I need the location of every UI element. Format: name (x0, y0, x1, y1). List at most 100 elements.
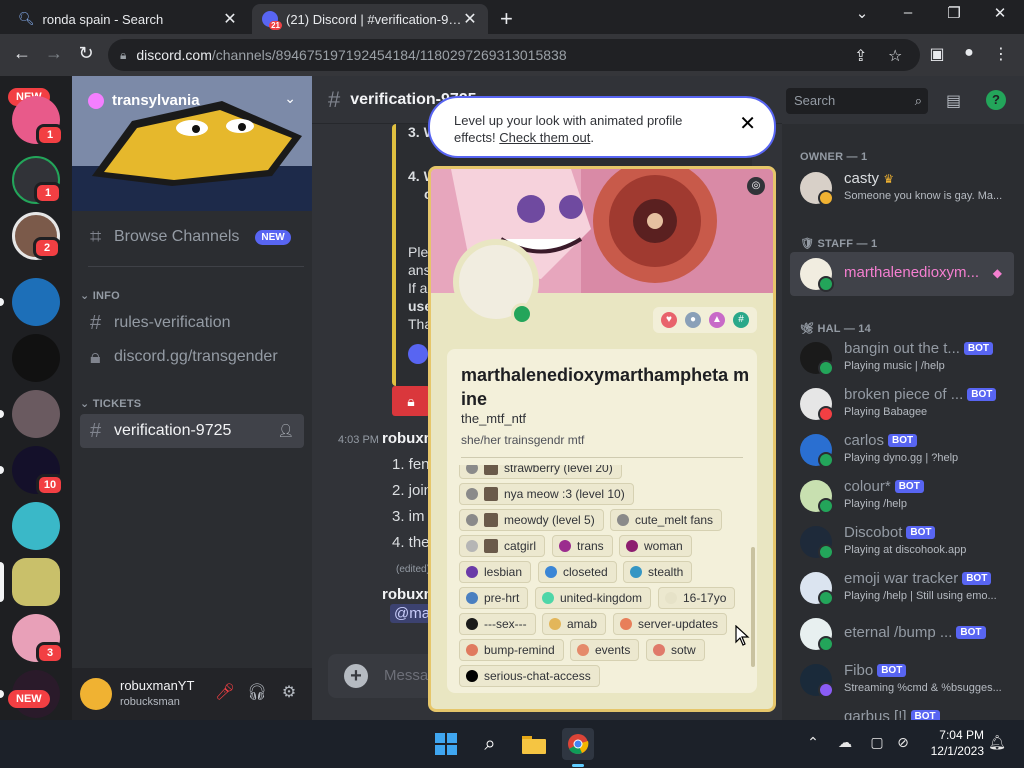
member-name: Fibo BOT (844, 662, 907, 679)
chevron-up-icon[interactable]: ⌃ (802, 734, 824, 751)
notification-bell-icon[interactable]: 🔔︎ (986, 734, 1008, 751)
server-icon[interactable] (12, 334, 60, 382)
chevron-down-icon[interactable]: ⌄ (284, 90, 296, 107)
cloud-icon[interactable]: ☁ (834, 734, 856, 751)
chevron-down-icon[interactable]: ⌄ (842, 4, 882, 22)
server-name[interactable]: transylvania (88, 92, 200, 109)
help-icon[interactable]: ? (986, 90, 1006, 110)
forward-button[interactable]: → (42, 43, 66, 64)
role-pill[interactable]: trans (552, 535, 613, 557)
close-window-button[interactable]: ✕ (980, 4, 1020, 22)
server-icon[interactable] (12, 390, 60, 438)
restore-button[interactable]: ❐ (934, 4, 974, 22)
server-icon[interactable] (12, 502, 60, 550)
reload-button[interactable]: ↻ (74, 43, 98, 64)
role-pill[interactable]: 16-17yo (658, 587, 736, 609)
role-pill[interactable]: nya meow :3 (level 10) (459, 483, 634, 505)
inbox-icon[interactable]: ▤ (946, 91, 961, 111)
system-clock[interactable]: 7:04 PM 12/1/2023 (920, 727, 984, 759)
attach-plus-icon[interactable]: + (344, 664, 368, 688)
member-marthalene[interactable]: marthalenedioxym... ◆ (790, 252, 1014, 296)
headphones-icon[interactable]: 🎧︎ (246, 682, 268, 702)
add-member-icon[interactable]: 👤︎ (277, 423, 294, 439)
member-bot[interactable]: garbus [!] BOT (790, 704, 1014, 720)
heart-badge-icon[interactable]: ♥ (661, 312, 677, 328)
member-bot[interactable]: bangin out the t... BOT Playing music | /… (790, 336, 1014, 380)
member-bot[interactable]: broken piece of ... BOT Playing Babagee (790, 382, 1014, 426)
server-icon[interactable] (12, 278, 60, 326)
close-ticket-button[interactable]: 🔒︎ (392, 386, 430, 416)
member-bot[interactable]: Discobot BOT Playing at discohook.app (790, 520, 1014, 564)
url-input[interactable]: 🔒︎ discord.com/channels/8946751971924541… (108, 39, 920, 71)
hash-badge-icon[interactable]: # (733, 312, 749, 328)
back-button[interactable]: ← (10, 43, 34, 64)
member-bot[interactable]: eternal /bump ... BOT (790, 612, 1014, 656)
nitro-badge-icon[interactable]: ● (685, 312, 701, 328)
server-icon[interactable]: 1 (12, 96, 64, 146)
profile-icon[interactable]: ● (958, 44, 980, 62)
role-pill[interactable]: amab (542, 613, 607, 635)
role-pill[interactable]: sotw (646, 639, 705, 661)
check-them-out-link[interactable]: Check them out (499, 130, 590, 145)
windows-start-icon[interactable] (430, 728, 462, 760)
role-pill[interactable]: catgirl (459, 535, 546, 557)
channel-verification[interactable]: # verification-9725 👤︎ (80, 414, 304, 448)
new-tab-button[interactable]: + (500, 6, 513, 32)
role-pill[interactable]: closeted (538, 561, 617, 583)
display-icon[interactable]: ▢ (866, 734, 888, 751)
mic-muted-icon[interactable]: 🎤︎ (214, 682, 236, 702)
role-pill[interactable]: united-kingdom (535, 587, 652, 609)
search-input[interactable]: Search ⌕ (786, 88, 928, 114)
sidepanel-icon[interactable]: ▣ (926, 44, 948, 64)
role-pill[interactable]: strawberry (level 20) (459, 465, 622, 479)
scrollbar[interactable] (751, 547, 755, 667)
search-icon[interactable]: ⌕ (474, 728, 506, 760)
role-label: lesbian (484, 565, 523, 579)
channel-invite[interactable]: 🔒︎ discord.gg/transgender (80, 340, 304, 374)
role-pill[interactable]: lesbian (459, 561, 532, 583)
settings-gear-icon[interactable]: ⚙ (278, 682, 300, 702)
member-bot[interactable]: emoji war tracker BOT Playing /help | Sti… (790, 566, 1014, 610)
role-pill[interactable]: stealth (623, 561, 693, 583)
category-info[interactable]: ⌄ INFO (80, 289, 120, 302)
server-icon[interactable]: 3 (12, 614, 64, 664)
avatar[interactable] (80, 678, 112, 710)
role-pill[interactable]: cute_melt fans (610, 509, 723, 531)
role-pill[interactable]: events (570, 639, 640, 661)
role-pill[interactable]: meowdy (level 5) (459, 509, 604, 531)
member-bot[interactable]: colour* BOT Playing /help (790, 474, 1014, 518)
chrome-icon[interactable] (562, 728, 594, 760)
unread-pip (0, 690, 4, 698)
server-icon-transylvania[interactable] (12, 558, 60, 606)
tab-discord[interactable]: 21 (21) Discord | #verification-9725 ✕ (252, 4, 488, 34)
role-pill[interactable]: woman (619, 535, 692, 557)
triangle-badge-icon[interactable]: ▲ (709, 312, 725, 328)
member-bot[interactable]: carlos BOT Playing dyno.gg | ?help (790, 428, 1014, 472)
role-pill[interactable]: ---sex--- (459, 613, 536, 635)
close-icon[interactable]: ✕ (739, 114, 756, 134)
close-icon[interactable]: ✕ (462, 9, 478, 29)
server-icon[interactable]: 2 (12, 212, 61, 260)
role-pill[interactable]: serious-chat-access (459, 665, 600, 687)
browse-channels[interactable]: ⌗ Browse Channels NEW (80, 220, 304, 254)
menu-icon[interactable]: ⋮ (990, 44, 1012, 64)
channel-rules-verification[interactable]: # rules-verification (80, 306, 304, 340)
category-tickets[interactable]: ⌄ TICKETS (80, 397, 141, 410)
tab-search[interactable]: 🔍︎ ronda spain - Search ✕ (8, 4, 248, 34)
member-bot[interactable]: Fibo BOT Streaming %cmd & %bsugges... (790, 658, 1014, 702)
nitro-effect-icon[interactable]: ◎ (747, 177, 765, 195)
file-explorer-icon[interactable] (518, 728, 550, 760)
role-pill[interactable]: server-updates (613, 613, 728, 635)
server-icon[interactable]: 10 (12, 446, 64, 496)
message-input[interactable]: Messa (384, 667, 428, 684)
role-color-icon (617, 514, 629, 526)
minimize-button[interactable]: – (888, 4, 928, 21)
member-casty[interactable]: casty ♛ Someone you know is gay. Ma... (790, 166, 1014, 210)
star-icon[interactable]: ☆ (888, 46, 902, 66)
share-icon[interactable]: ⇪ (854, 46, 867, 66)
role-pill[interactable]: pre-hrt (459, 587, 529, 609)
close-icon[interactable]: ✕ (222, 9, 238, 29)
add-server-icon[interactable]: 1 (12, 156, 62, 204)
role-pill[interactable]: bump-remind (459, 639, 564, 661)
volume-muted-icon[interactable]: ⊘ (892, 734, 914, 751)
